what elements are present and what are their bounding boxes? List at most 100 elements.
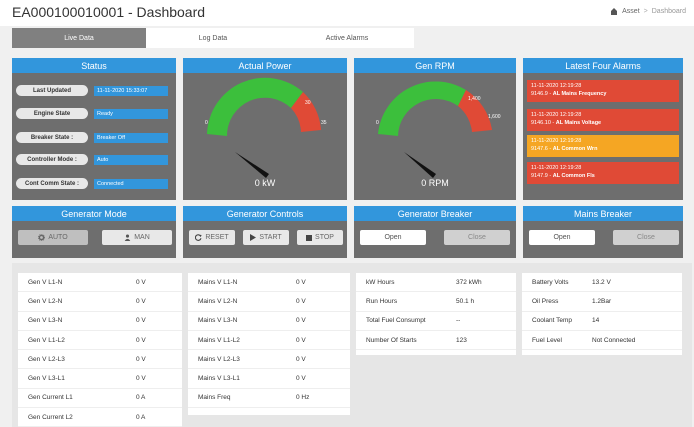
- status-value: Ready: [94, 108, 168, 119]
- row-value: 1.2Bar: [592, 297, 612, 305]
- table-row: Run Hours 50.1 h: [356, 292, 516, 312]
- status-panel-title: Status: [12, 58, 176, 73]
- row-value: 0 V: [296, 375, 306, 383]
- row-value: 0 V: [296, 317, 306, 325]
- man-button[interactable]: MAN: [102, 230, 172, 245]
- measurements-area: Gen V L1-N 0 V Gen V L2-N 0 V Gen V L3-N 0 …: [12, 263, 692, 427]
- tab-bar: Live Data Log Data Active Alarms: [12, 28, 414, 48]
- gear-icon: [38, 234, 46, 241]
- table-row: Gen V L2-L3 0 V: [18, 350, 182, 370]
- row-label: Mains V L3-N: [198, 317, 238, 325]
- table-row: Mains V L2-N 0 V: [188, 292, 350, 312]
- alarm-item[interactable]: 11-11-2020 12:19:28 9147.6 - AL Common W…: [527, 135, 679, 157]
- alarm-item[interactable]: 11-11-2020 12:19:28 9146.10 - AL Mains V…: [527, 109, 679, 131]
- table-row: Gen V L3-N 0 V: [18, 312, 182, 331]
- table-row: Gen V L2-N 0 V: [18, 292, 182, 312]
- row-value: 0 V: [136, 355, 146, 363]
- row-value: 0 V: [296, 336, 306, 344]
- alarm-code: 9146.10: [531, 120, 551, 126]
- generator-values-table: Gen V L1-N 0 V Gen V L2-N 0 V Gen V L3-N 0 …: [18, 273, 182, 427]
- auto-button[interactable]: AUTO: [18, 230, 88, 245]
- gen-breaker-open-button[interactable]: Open: [360, 230, 426, 245]
- stop-icon: [306, 234, 313, 241]
- alarm-code: 9146.9: [531, 91, 548, 97]
- engine-values-table: Battery Volts 13.2 V Oil Press 1.2Bar Cool…: [522, 273, 682, 355]
- alarm-time: 11-11-2020 12:19:28: [531, 83, 582, 89]
- table-row: Mains V L1-N 0 V: [188, 273, 350, 293]
- table-row: Mains Freq 0 Hz: [188, 389, 350, 409]
- row-label: Gen V L3-L1: [28, 375, 65, 383]
- row-label: Mains V L1-N: [198, 278, 238, 286]
- stop-button[interactable]: STOP: [297, 230, 343, 245]
- row-label: Gen Current L2: [28, 413, 73, 421]
- mains-breaker-close-button[interactable]: Close: [613, 230, 679, 245]
- row-label: Gen V L1-L2: [28, 336, 65, 344]
- row-label: Gen Current L1: [28, 394, 73, 402]
- row-label: Gen V L2-N: [28, 297, 63, 305]
- alarm-code: 9147.6: [531, 146, 548, 152]
- status-value: Breaker Off: [94, 132, 168, 143]
- row-value: Not Connected: [592, 336, 636, 344]
- status-panel: Status Last Updated 11-11-2020 15:33:07 …: [12, 58, 176, 200]
- table-row: Fuel Level Not Connected: [522, 331, 682, 351]
- row-label: Total Fuel Consumpt: [366, 317, 426, 325]
- row-value: 0 V: [136, 317, 146, 325]
- reset-button-label: RESET: [205, 234, 229, 241]
- rpm-gauge: 0 1,400 1,600: [376, 81, 501, 178]
- alarm-item[interactable]: 11-11-2020 12:19:28 9146.9 - AL Mains Fr…: [527, 80, 679, 102]
- mains-breaker-title: Mains Breaker: [523, 206, 683, 221]
- tab-live-data[interactable]: Live Data: [12, 28, 146, 48]
- status-row-controller-mode: Controller Mode : Auto: [16, 154, 168, 165]
- row-label: Mains V L3-L1: [198, 375, 240, 383]
- actual-power-panel: Actual Power 0 30 35 0 kW: [183, 58, 347, 200]
- row-value: 0 V: [296, 297, 306, 305]
- row-value: 0 A: [136, 394, 146, 402]
- row-label: Run Hours: [366, 297, 398, 305]
- row-value: 14: [592, 317, 600, 325]
- start-button[interactable]: START: [243, 230, 289, 245]
- alarm-time: 11-11-2020 12:19:28: [531, 112, 582, 118]
- status-label: Breaker State :: [16, 132, 88, 143]
- table-row: Gen V L3-L1 0 V: [18, 369, 182, 389]
- table-row: Mains V L3-L1 0 V: [188, 369, 350, 389]
- gen-breaker-close-button[interactable]: Close: [444, 230, 510, 245]
- table-row: kW Hours 372 kWh: [356, 273, 516, 293]
- row-value: 50.1 h: [456, 297, 475, 305]
- auto-button-label: AUTO: [48, 234, 68, 241]
- alarm-item[interactable]: 11-11-2020 12:19:28 9147.9 - AL Common F…: [527, 162, 679, 184]
- row-value: 0 V: [296, 278, 306, 286]
- man-button-label: MAN: [134, 234, 150, 241]
- alarm-time: 11-11-2020 12:19:28: [531, 138, 582, 144]
- breadcrumb-current: Dashboard: [651, 8, 686, 15]
- tab-active-alarms[interactable]: Active Alarms: [280, 28, 414, 48]
- row-value: 0 A: [136, 413, 146, 421]
- breadcrumb-asset[interactable]: Asset: [622, 8, 640, 15]
- page-title: EA000100010001 - Dashboard: [12, 4, 206, 20]
- status-label: Engine State: [16, 108, 88, 119]
- rpm-value: 0 RPM: [421, 178, 449, 188]
- asset-icon: [611, 8, 618, 15]
- power-gauge: 0 30 35: [205, 77, 327, 178]
- table-row: Total Fuel Consumpt --: [356, 312, 516, 331]
- rpm-tick-min: 0: [376, 120, 379, 126]
- power-tick-a: 30: [305, 100, 311, 106]
- stop-button-label: STOP: [315, 234, 334, 241]
- table-row: Number Of Starts 123: [356, 331, 516, 351]
- mains-values-table: Mains V L1-N 0 V Mains V L2-N 0 V Mains V …: [188, 273, 350, 415]
- mains-breaker-open-button[interactable]: Open: [529, 230, 595, 245]
- row-value: 0 V: [136, 336, 146, 344]
- row-label: Coolant Temp: [532, 317, 572, 325]
- generator-breaker-title: Generator Breaker: [354, 206, 516, 221]
- row-label: Mains V L2-L3: [198, 355, 240, 363]
- row-value: --: [456, 317, 461, 325]
- row-value: 0 V: [136, 278, 146, 286]
- status-row-comm-state: Cont Comm State : Connected: [16, 178, 168, 189]
- generator-breaker-panel: Generator Breaker Open Close: [354, 206, 516, 258]
- alarm-text: AL Common Fls: [552, 173, 595, 179]
- table-row: Mains V L3-N 0 V: [188, 312, 350, 331]
- rpm-tick-b: 1,600: [488, 114, 501, 120]
- status-row-engine-state: Engine State Ready: [16, 108, 168, 119]
- table-row: Gen V L1-L2 0 V: [18, 331, 182, 351]
- tab-log-data[interactable]: Log Data: [146, 28, 280, 48]
- reset-button[interactable]: RESET: [189, 230, 235, 245]
